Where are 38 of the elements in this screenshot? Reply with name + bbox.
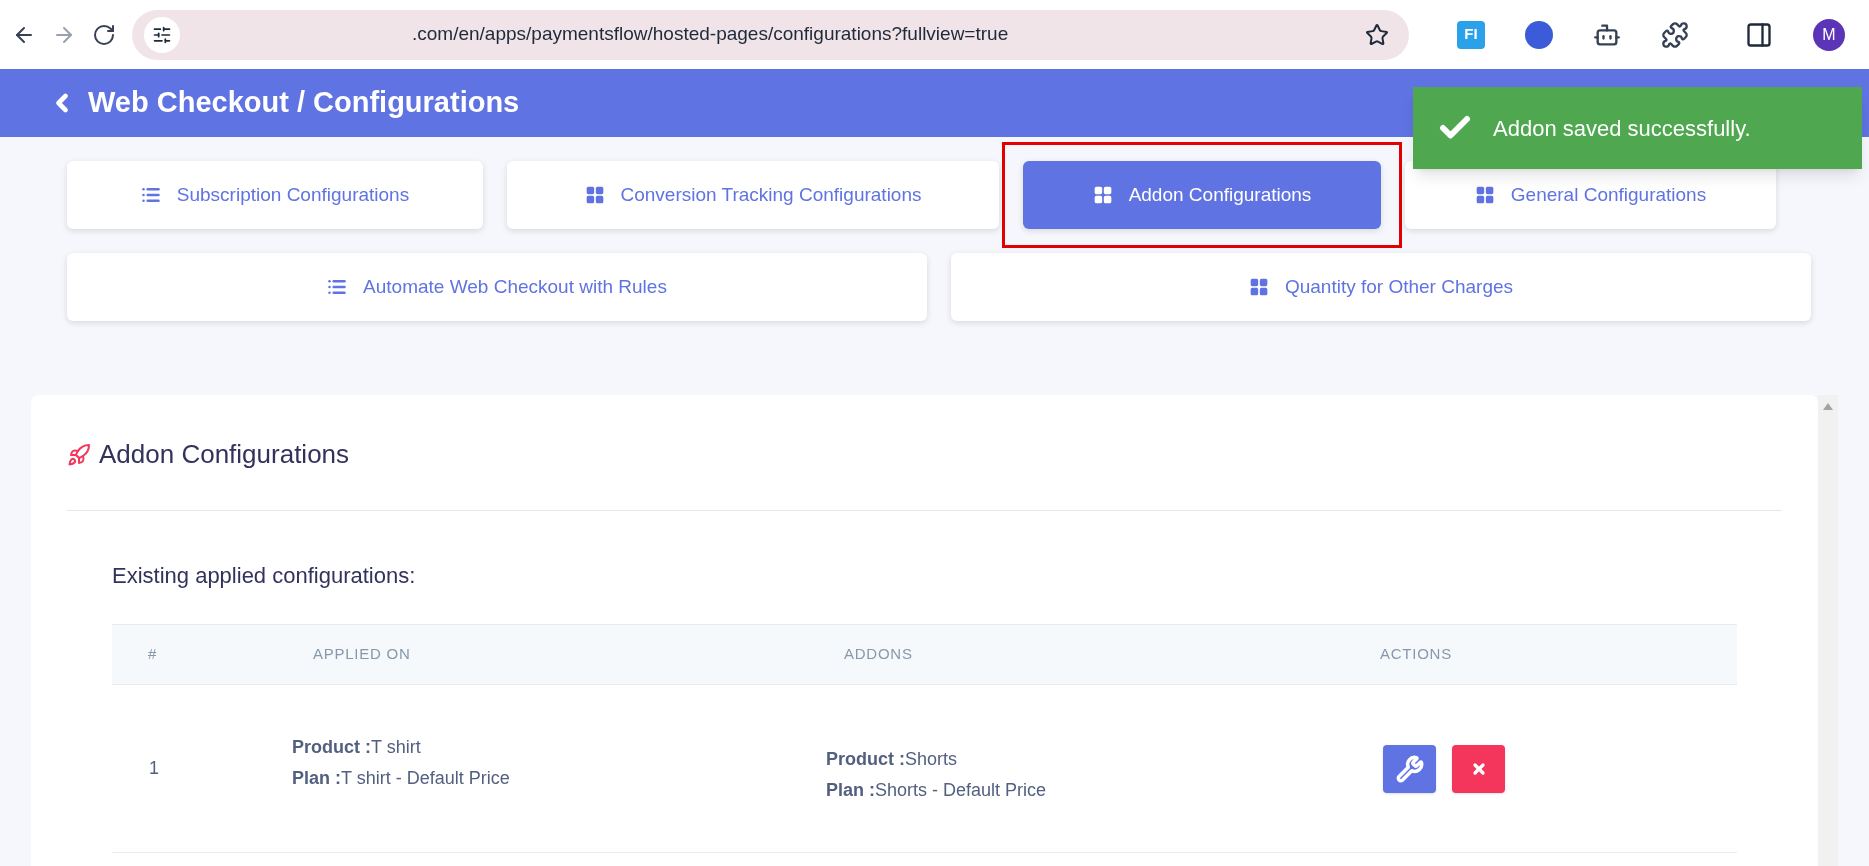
cell-text: Product :T shirt bbox=[292, 735, 422, 759]
close-icon bbox=[1470, 760, 1487, 777]
config-tab[interactable]: Addon Configurations bbox=[1023, 161, 1381, 229]
row-index: 1 bbox=[149, 757, 160, 780]
grid-icon bbox=[584, 185, 605, 205]
cell-text: Plan :Shorts - Default Price bbox=[826, 778, 1048, 802]
reload-icon[interactable] bbox=[92, 22, 116, 47]
section-subtitle: Existing applied configurations: bbox=[112, 562, 417, 590]
config-tab[interactable]: Quantity for Other Charges bbox=[951, 253, 1811, 321]
side-panel-icon[interactable] bbox=[1745, 20, 1773, 49]
config-tab[interactable]: Automate Web Checkout with Rules bbox=[67, 253, 927, 321]
list-icon bbox=[327, 277, 348, 297]
config-tab[interactable]: Conversion Tracking Configurations bbox=[507, 161, 999, 229]
extensions-icon[interactable] bbox=[1661, 20, 1689, 49]
page-title: Web Checkout / Configurations bbox=[88, 85, 520, 121]
column-header: ACTIONS bbox=[1380, 644, 1452, 665]
toast-message: Addon saved successfully. bbox=[1493, 114, 1751, 143]
rocket-icon bbox=[67, 442, 91, 467]
bookmark-star-icon[interactable] bbox=[1365, 22, 1389, 47]
edit-button[interactable] bbox=[1383, 744, 1436, 793]
cell-text: Product :Shorts bbox=[826, 747, 959, 771]
delete-button[interactable] bbox=[1452, 744, 1505, 793]
profile-avatar[interactable]: M bbox=[1813, 18, 1845, 51]
config-tab[interactable]: Subscription Configurations bbox=[67, 161, 483, 229]
url-text: .com/en/apps/paymentsflow/hosted-pages/configurations?fullview=true bbox=[412, 22, 1009, 47]
grid-icon bbox=[1248, 277, 1269, 297]
site-settings-icon[interactable] bbox=[144, 16, 180, 53]
column-header: APPLIED ON bbox=[313, 644, 412, 665]
wrench-icon bbox=[1395, 754, 1424, 783]
column-header: ADDONS bbox=[844, 644, 914, 665]
extension-icon[interactable]: FI bbox=[1457, 20, 1485, 49]
column-header: # bbox=[148, 644, 159, 665]
address-bar[interactable]: .com/en/apps/paymentsflow/hosted-pages/configurations?fullview=true bbox=[132, 9, 1409, 60]
cell-text: Plan :T shirt - Default Price bbox=[292, 766, 511, 790]
grid-icon bbox=[1474, 185, 1495, 205]
panel-title: Addon Configurations bbox=[99, 438, 350, 471]
list-icon bbox=[140, 185, 161, 205]
grid-icon bbox=[1092, 185, 1113, 205]
